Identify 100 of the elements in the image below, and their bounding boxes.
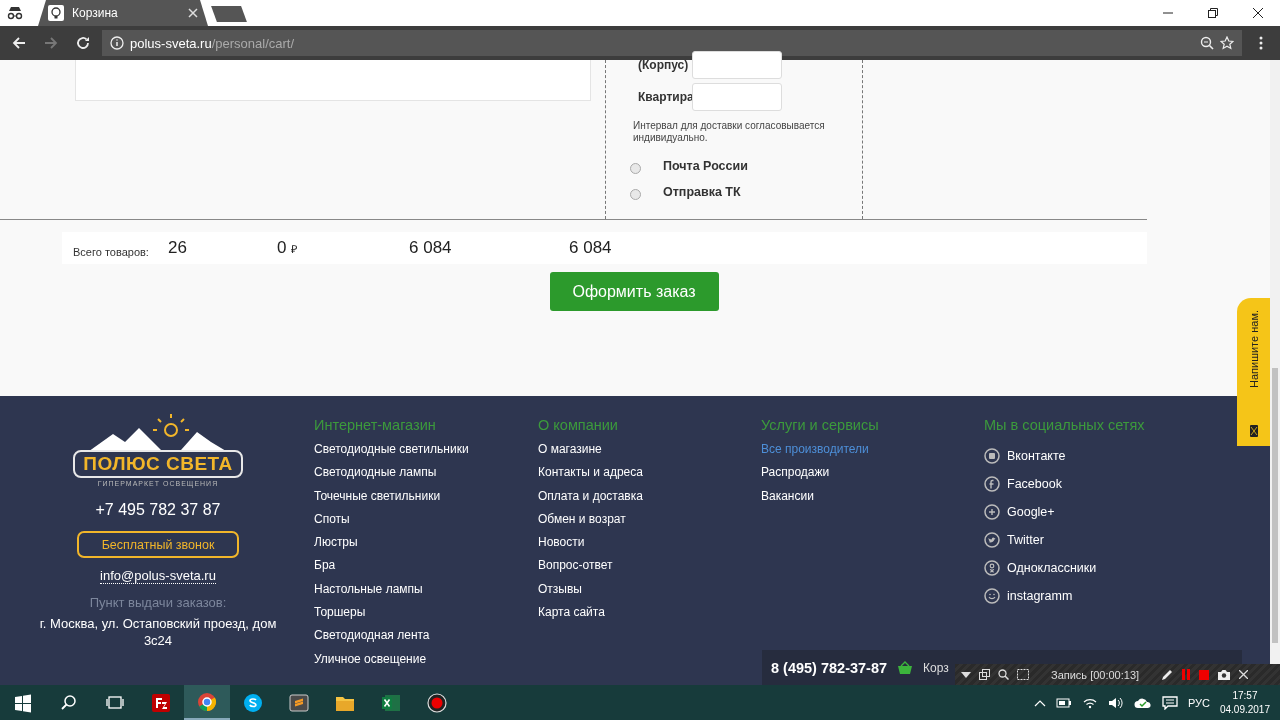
- stop-icon: [1199, 669, 1210, 680]
- address-bar[interactable]: polus-sveta.ru/personal/cart/: [102, 30, 1242, 56]
- footer-link[interactable]: Вопрос-ответ: [538, 558, 613, 582]
- social-link[interactable]: Twitter: [1007, 533, 1044, 547]
- close-icon: [188, 8, 198, 18]
- chevron-up-icon: [1033, 698, 1046, 707]
- close-icon: [1239, 670, 1249, 679]
- browser-tab[interactable]: Корзина: [38, 0, 208, 26]
- info-icon: [110, 36, 124, 50]
- close-icon: [1252, 8, 1263, 18]
- footer-link[interactable]: О магазине: [538, 442, 602, 466]
- footer-link[interactable]: Настольные лампы: [314, 581, 423, 606]
- pause-icon: [1181, 669, 1192, 680]
- field-label: Квартира: [637, 90, 690, 104]
- recording-status: Запись [00:00:13]: [1051, 668, 1140, 681]
- chrome-icon: [197, 691, 217, 712]
- lightbulb-icon: [48, 5, 64, 21]
- footer-link[interactable]: Карта сайта: [538, 605, 605, 629]
- excel-icon: [381, 692, 401, 713]
- option-label: Отправка ТК: [663, 185, 741, 199]
- skype-icon: [243, 692, 263, 713]
- language-indicator[interactable]: РУС: [1187, 696, 1210, 709]
- bird-circle-icon: [984, 532, 1000, 548]
- footer-link[interactable]: Контакты и адреса: [538, 465, 643, 489]
- footer-link[interactable]: Светодиодные светильники: [314, 442, 469, 466]
- footer-link[interactable]: Вакансии: [761, 488, 814, 512]
- restore-icon: [1207, 8, 1218, 18]
- camera-icon: [1217, 669, 1232, 680]
- input-field[interactable]: [692, 51, 782, 79]
- feedback-tab[interactable]: Напишите нам.: [1237, 298, 1270, 446]
- column-title: Мы в социальных сетях: [984, 417, 1145, 433]
- pickup-title: Пункт выдачи заказов:: [89, 595, 227, 610]
- footer-link[interactable]: Обмен и возрат: [538, 511, 626, 536]
- plus-circle-icon: [984, 504, 1000, 520]
- pickup-address: г. Москва, ул. Остаповский проезд, дом 3с24: [38, 616, 278, 650]
- column-title: Интернет-магазин: [314, 417, 436, 433]
- totals-label: Всего товаров:: [73, 246, 150, 258]
- forward-arrow-icon: [44, 36, 58, 50]
- filezilla-icon: [151, 692, 171, 713]
- new-tab-button[interactable]: [211, 6, 247, 22]
- scrollbar-thumb[interactable]: [1272, 368, 1278, 643]
- delivery-note: Интервал для доставки согласовывается индивидуально.: [633, 120, 826, 143]
- total-value: 6 084: [569, 238, 612, 258]
- column-title: О компании: [538, 417, 618, 433]
- clock[interactable]: 17:57 04.09.2017: [1219, 688, 1270, 717]
- phone-number: +7 495 782 37 87: [95, 501, 221, 519]
- record-icon: [427, 692, 447, 713]
- item-count: 26: [168, 238, 188, 258]
- back-arrow-icon: [12, 36, 26, 50]
- social-link[interactable]: Facebook: [1007, 477, 1062, 491]
- incognito-icon: [6, 6, 24, 20]
- region-icon: [1017, 669, 1029, 680]
- footer-link[interactable]: Торшеры: [314, 605, 366, 629]
- footer-link[interactable]: Отзывы: [538, 581, 582, 606]
- footer-link[interactable]: Светодиодные лампы: [314, 465, 437, 489]
- cart-link[interactable]: Корз: [923, 660, 949, 675]
- footer-link[interactable]: Бра: [314, 558, 336, 582]
- menu-icon: [1259, 36, 1263, 50]
- sticky-phone: 8 (495) 782-37-87: [771, 659, 888, 676]
- discount-value: 0 ₽: [277, 238, 299, 258]
- tab-title: Корзина: [72, 6, 119, 20]
- checkout-button[interactable]: Оформить заказ: [549, 272, 719, 311]
- social-link[interactable]: Одноклассники: [1007, 561, 1097, 575]
- url-text: polus-sveta.ru/personal/cart/: [130, 35, 295, 51]
- sum-value: 6 084: [409, 238, 453, 258]
- footer-link[interactable]: Споты: [314, 511, 350, 536]
- basket-icon: [897, 660, 914, 675]
- social-link[interactable]: Google+: [1007, 505, 1055, 519]
- footer-link[interactable]: Новости: [538, 535, 585, 559]
- footer-link[interactable]: Распродажи: [761, 465, 830, 489]
- radio-button[interactable]: [630, 188, 641, 200]
- zoom-icon: [1200, 36, 1214, 50]
- reload-icon: [76, 36, 90, 50]
- star-icon: [1220, 36, 1234, 50]
- footer-link[interactable]: Оплата и доставка: [538, 488, 643, 512]
- social-link[interactable]: Вконтакте: [1007, 449, 1066, 463]
- radio-button[interactable]: [630, 162, 641, 174]
- footer-link[interactable]: Уличное освещение: [314, 651, 427, 675]
- footer-link[interactable]: Светодиодная лента: [314, 628, 430, 652]
- smiley-icon: [984, 588, 1000, 604]
- dropdown-icon: [961, 671, 971, 678]
- field-label: (Корпус): [637, 58, 690, 72]
- person-circle-icon: [984, 560, 1000, 576]
- search-icon: [998, 669, 1009, 680]
- free-call-button[interactable]: Бесплатный звонок: [77, 531, 239, 558]
- email-link[interactable]: info@polus-sveta.ru: [100, 568, 216, 584]
- footer-link[interactable]: Люстры: [314, 535, 358, 559]
- footer-link[interactable]: Все производители: [761, 442, 869, 466]
- pencil-icon: [1161, 668, 1174, 681]
- battery-icon: [1055, 697, 1072, 708]
- notification-icon: [1161, 695, 1178, 710]
- social-link[interactable]: instagramm: [1007, 589, 1073, 603]
- windows-icon: [13, 692, 33, 713]
- taskbar-button[interactable]: [184, 685, 230, 720]
- footer-link[interactable]: Точечные светильники: [314, 488, 441, 512]
- input-field[interactable]: [692, 83, 782, 111]
- option-label: Почта России: [663, 159, 748, 173]
- wifi-icon: [1081, 696, 1098, 709]
- sublime-icon: [289, 692, 309, 713]
- cloud-icon: [1133, 696, 1152, 709]
